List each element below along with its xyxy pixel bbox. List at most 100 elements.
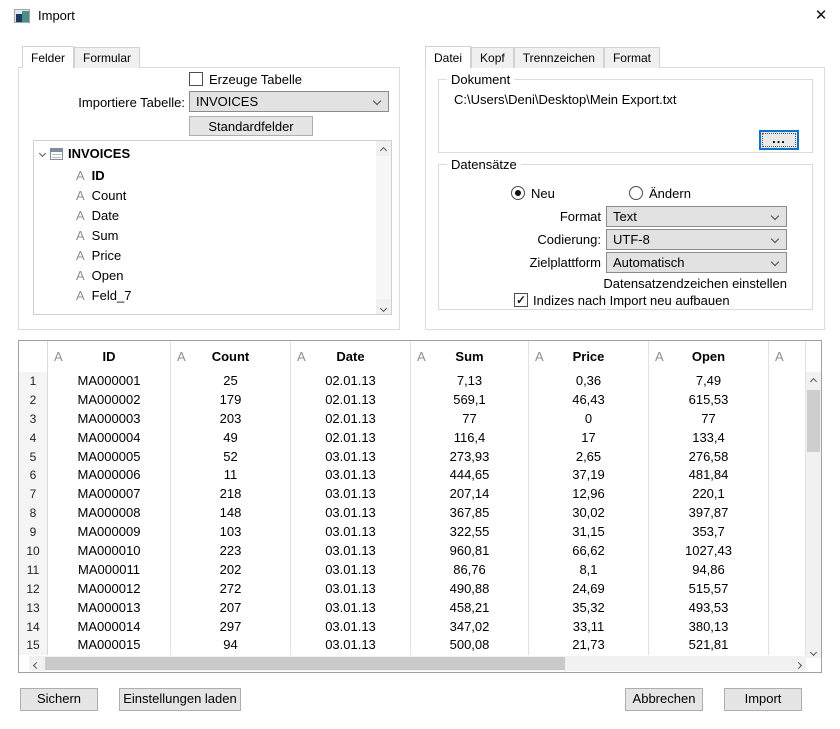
table-cell[interactable]: 444,65: [411, 466, 529, 485]
table-cell[interactable]: 223: [171, 542, 291, 561]
table-cell[interactable]: 33,11: [529, 618, 649, 637]
table-cell[interactable]: 322,55: [411, 523, 529, 542]
tree-root-invoices[interactable]: INVOICES: [40, 146, 130, 161]
table-row[interactable]: 10MA00001022303.01.13960,8166,621027,43: [19, 542, 821, 561]
table-cell[interactable]: 207,14: [411, 485, 529, 504]
row-number[interactable]: 5: [19, 448, 48, 467]
table-row[interactable]: 6MA0000061103.01.13444,6537,19481,84: [19, 466, 821, 485]
horizontal-scrollbar[interactable]: [29, 656, 806, 671]
table-cell[interactable]: 02.01.13: [291, 372, 411, 391]
tree-item-open[interactable]: AOpen: [76, 266, 123, 284]
record-end-link[interactable]: Datensatzendzeichen einstellen: [567, 276, 787, 291]
column-header-sum[interactable]: ASum: [411, 341, 529, 372]
table-cell[interactable]: 37,19: [529, 466, 649, 485]
table-cell[interactable]: 35,32: [529, 599, 649, 618]
column-header-open[interactable]: AOpen: [649, 341, 769, 372]
save-button[interactable]: Sichern: [20, 688, 98, 711]
table-cell[interactable]: 21,73: [529, 636, 649, 655]
horizontal-scroll-thumb[interactable]: [45, 657, 565, 670]
table-row[interactable]: 7MA00000721803.01.13207,1412,96220,1: [19, 485, 821, 504]
table-cell[interactable]: MA000008: [48, 504, 171, 523]
tree-item-count[interactable]: ACount: [76, 186, 126, 204]
scroll-left-icon[interactable]: [29, 656, 44, 671]
table-cell[interactable]: 03.01.13: [291, 485, 411, 504]
table-cell[interactable]: 12,96: [529, 485, 649, 504]
table-cell[interactable]: 297: [171, 618, 291, 637]
import-table-select[interactable]: INVOICES: [189, 91, 389, 112]
table-row[interactable]: 3MA00000320302.01.1377077: [19, 410, 821, 429]
table-cell[interactable]: MA000001: [48, 372, 171, 391]
table-cell[interactable]: MA000003: [48, 410, 171, 429]
table-cell[interactable]: 380,13: [649, 618, 769, 637]
table-cell[interactable]: MA000009: [48, 523, 171, 542]
table-row[interactable]: 9MA00000910303.01.13322,5531,15353,7: [19, 523, 821, 542]
table-cell[interactable]: 7,49: [649, 372, 769, 391]
table-cell[interactable]: 24,69: [529, 580, 649, 599]
scroll-down-icon[interactable]: [806, 643, 821, 658]
table-cell[interactable]: 49: [171, 429, 291, 448]
close-icon[interactable]: ✕: [806, 4, 836, 28]
vertical-scroll-thumb[interactable]: [807, 390, 820, 452]
table-row[interactable]: 5MA0000055203.01.13273,932,65276,58: [19, 448, 821, 467]
create-table-checkbox[interactable]: [189, 72, 203, 86]
row-number[interactable]: 8: [19, 504, 48, 523]
row-number[interactable]: 4: [19, 429, 48, 448]
table-cell[interactable]: 2,65: [529, 448, 649, 467]
table-cell[interactable]: 03.01.13: [291, 618, 411, 637]
table-cell[interactable]: 148: [171, 504, 291, 523]
table-cell[interactable]: MA000002: [48, 391, 171, 410]
table-cell[interactable]: 03.01.13: [291, 448, 411, 467]
row-number[interactable]: 14: [19, 618, 48, 637]
row-number[interactable]: 10: [19, 542, 48, 561]
tree-scrollbar[interactable]: [376, 141, 391, 314]
table-cell[interactable]: 02.01.13: [291, 429, 411, 448]
table-cell[interactable]: 272: [171, 580, 291, 599]
cancel-button[interactable]: Abbrechen: [625, 688, 703, 711]
table-cell[interactable]: 458,21: [411, 599, 529, 618]
format-select[interactable]: Text: [606, 206, 787, 227]
tree-item-sum[interactable]: ASum: [76, 226, 118, 244]
table-cell[interactable]: 8,1: [529, 561, 649, 580]
table-cell[interactable]: 11: [171, 466, 291, 485]
table-cell[interactable]: 7,13: [411, 372, 529, 391]
table-cell[interactable]: 569,1: [411, 391, 529, 410]
table-cell[interactable]: 0,36: [529, 372, 649, 391]
table-cell[interactable]: 03.01.13: [291, 636, 411, 655]
table-cell[interactable]: 481,84: [649, 466, 769, 485]
column-header-price[interactable]: APrice: [529, 341, 649, 372]
scroll-right-icon[interactable]: [791, 656, 806, 671]
radio-neu[interactable]: [511, 186, 525, 200]
tab-datei[interactable]: Datei: [425, 46, 471, 69]
tab-felder[interactable]: Felder: [22, 46, 74, 69]
table-cell[interactable]: MA000014: [48, 618, 171, 637]
table-cell[interactable]: 77: [411, 410, 529, 429]
table-row[interactable]: 1MA0000012502.01.137,130,367,49: [19, 372, 821, 391]
table-cell[interactable]: 615,53: [649, 391, 769, 410]
standard-fields-button[interactable]: Standardfelder: [189, 116, 313, 136]
table-cell[interactable]: 1027,43: [649, 542, 769, 561]
scroll-down-icon[interactable]: [376, 299, 391, 314]
row-number[interactable]: 1: [19, 372, 48, 391]
row-number[interactable]: 2: [19, 391, 48, 410]
table-cell[interactable]: 367,85: [411, 504, 529, 523]
table-cell[interactable]: 133,4: [649, 429, 769, 448]
table-cell[interactable]: 03.01.13: [291, 561, 411, 580]
table-row[interactable]: 11MA00001120203.01.1386,768,194,86: [19, 561, 821, 580]
table-cell[interactable]: MA000011: [48, 561, 171, 580]
rebuild-indexes-checkbox[interactable]: ✓: [514, 293, 528, 307]
table-cell[interactable]: 77: [649, 410, 769, 429]
tab-format[interactable]: Format: [604, 47, 660, 68]
table-row[interactable]: 12MA00001227203.01.13490,8824,69515,57: [19, 580, 821, 599]
table-cell[interactable]: 03.01.13: [291, 504, 411, 523]
scroll-up-icon[interactable]: [376, 141, 391, 156]
table-cell[interactable]: 493,53: [649, 599, 769, 618]
table-cell[interactable]: 179: [171, 391, 291, 410]
tab-trennzeichen[interactable]: Trennzeichen: [514, 47, 604, 68]
tree-item-feld_7[interactable]: AFeld_7: [76, 286, 131, 304]
table-cell[interactable]: 203: [171, 410, 291, 429]
table-cell[interactable]: 347,02: [411, 618, 529, 637]
row-number[interactable]: 15: [19, 636, 48, 655]
table-cell[interactable]: 03.01.13: [291, 599, 411, 618]
platform-select[interactable]: Automatisch: [606, 252, 787, 273]
table-cell[interactable]: 25: [171, 372, 291, 391]
